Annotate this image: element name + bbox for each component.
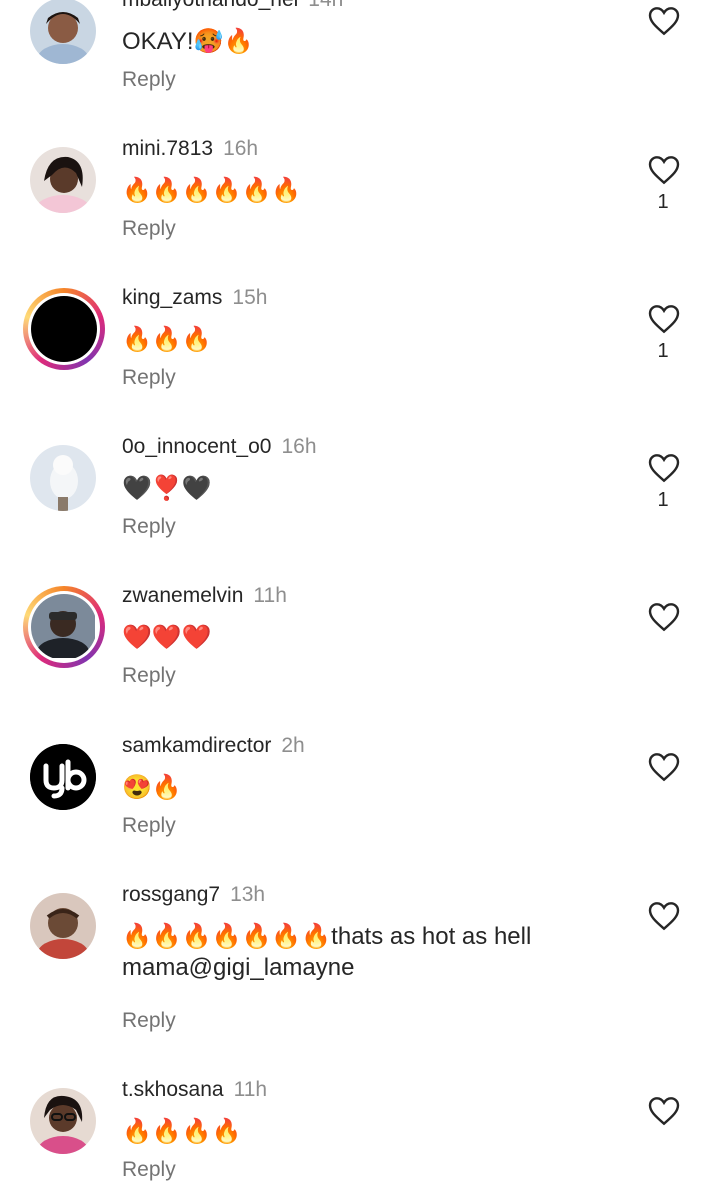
reply-button[interactable]: Reply <box>122 68 176 92</box>
reply-button[interactable]: Reply <box>122 515 176 539</box>
heart-outline-icon[interactable] <box>648 304 680 334</box>
username[interactable]: t.skhosana <box>122 1078 224 1101</box>
comment-text: 😍🔥 <box>122 774 182 801</box>
reply-button[interactable]: Reply <box>122 217 176 241</box>
comment-header: king_zams 15h <box>122 286 267 310</box>
like-count: 1 <box>657 489 669 511</box>
username[interactable]: king_zams <box>122 286 222 309</box>
comment-text: OKAY!🥵🔥 <box>122 28 254 55</box>
comment-header: mini.7813 16h <box>122 137 258 161</box>
comment-text: 🔥🔥🔥 <box>122 326 212 353</box>
comment-text: 🔥🔥🔥🔥🔥🔥 <box>122 177 302 204</box>
reply-button[interactable]: Reply <box>122 366 176 390</box>
timestamp: 15h <box>232 286 268 309</box>
comment-header: zwanemelvin 11h <box>122 584 287 608</box>
reply-button[interactable]: Reply <box>122 1009 176 1033</box>
comment-text: ❤️❤️❤️ <box>122 624 212 651</box>
avatar[interactable] <box>30 1088 96 1154</box>
avatar[interactable] <box>30 744 96 810</box>
username[interactable]: 0o_innocent_o0 <box>122 435 271 458</box>
username[interactable]: rossgang7 <box>122 883 220 906</box>
avatar <box>31 296 97 362</box>
comment-text: 🔥🔥🔥🔥🔥🔥🔥thats as hot as hell mama@gigi_la… <box>122 923 532 981</box>
like-count: 1 <box>657 340 669 362</box>
like-count: 1 <box>657 191 669 213</box>
timestamp: 13h <box>230 883 266 906</box>
avatar[interactable] <box>30 0 96 64</box>
avatar[interactable] <box>30 445 96 511</box>
timestamp: 2h <box>281 734 305 757</box>
username[interactable]: samkamdirector <box>122 734 271 757</box>
heart-outline-icon[interactable] <box>648 155 680 185</box>
heart-outline-icon[interactable] <box>648 752 680 782</box>
username[interactable]: mini.7813 <box>122 137 213 160</box>
avatar[interactable] <box>30 147 96 213</box>
username[interactable]: mbaliyothando_nel <box>122 0 298 11</box>
comment-header: samkamdirector 2h <box>122 734 305 758</box>
username[interactable]: zwanemelvin <box>122 584 243 607</box>
timestamp: 16h <box>223 137 259 160</box>
heart-outline-icon[interactable] <box>648 1096 680 1126</box>
yb-logo-icon <box>30 744 96 810</box>
avatar-story-ring[interactable] <box>23 586 105 668</box>
reply-button[interactable]: Reply <box>122 1158 176 1182</box>
comment-text: 🔥🔥🔥🔥 <box>122 1118 242 1145</box>
heart-outline-icon[interactable] <box>648 602 680 632</box>
comment-header: t.skhosana 11h <box>122 1078 267 1102</box>
comment-header: 0o_innocent_o0 16h <box>122 435 317 459</box>
comment-header: mbaliyothando_nel 14h <box>122 0 343 12</box>
avatar-story-ring[interactable] <box>23 288 105 370</box>
reply-button[interactable]: Reply <box>122 664 176 688</box>
heart-outline-icon[interactable] <box>648 6 680 36</box>
heart-outline-icon[interactable] <box>648 453 680 483</box>
timestamp: 14h <box>308 0 343 11</box>
reply-button[interactable]: Reply <box>122 814 176 838</box>
timestamp: 11h <box>233 1078 268 1101</box>
avatar[interactable] <box>30 893 96 959</box>
comment-header: rossgang7 13h <box>122 883 265 907</box>
timestamp: 11h <box>253 584 287 607</box>
comment-text: 🖤❣️🖤 <box>122 475 212 502</box>
timestamp: 16h <box>281 435 317 458</box>
avatar <box>31 594 97 660</box>
heart-outline-icon[interactable] <box>648 901 680 931</box>
